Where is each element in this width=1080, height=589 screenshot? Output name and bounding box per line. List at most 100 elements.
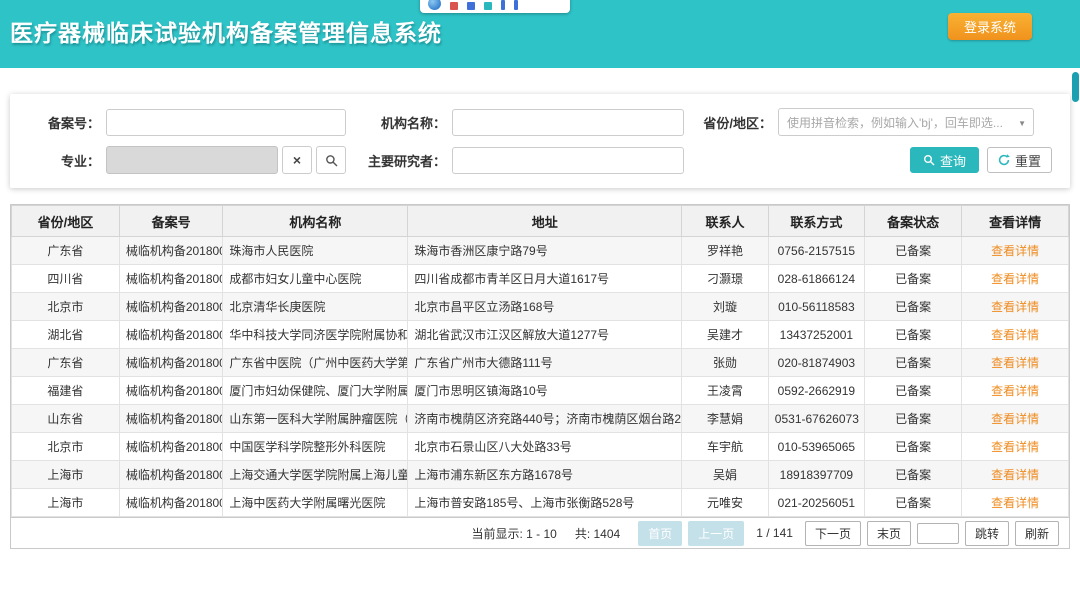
refresh-button[interactable]: 刷新 xyxy=(1015,521,1059,546)
cell-filing-no: 械临机构备201800009 xyxy=(119,461,223,489)
prev-page-button[interactable]: 上一页 xyxy=(688,521,744,546)
query-button[interactable]: 查询 xyxy=(910,147,979,173)
org-name-field-group: 机构名称： xyxy=(362,109,684,136)
cell-org-name: 上海交通大学医学院附属上海儿童... xyxy=(223,461,408,489)
cell-org-name: 中国医学科学院整形外科医院 xyxy=(223,433,408,461)
view-detail-link[interactable]: 查看详情 xyxy=(991,356,1039,370)
pi-input[interactable] xyxy=(452,147,684,174)
view-detail-link[interactable]: 查看详情 xyxy=(991,272,1039,286)
cell-address: 四川省成都市青羊区日月大道1617号 xyxy=(408,265,682,293)
province-select-placeholder: 使用拼音检索，例如输入'bj'，回车即选... xyxy=(787,114,1003,131)
cell-contact: 王凌霄 xyxy=(682,377,769,405)
province-label: 省份/地区： xyxy=(692,113,772,132)
cell-phone: 0756-2157515 xyxy=(768,237,864,265)
jump-page-input[interactable] xyxy=(917,523,959,544)
cell-status: 已备案 xyxy=(864,237,961,265)
cell-phone: 010-56118583 xyxy=(768,293,864,321)
reset-button[interactable]: 重置 xyxy=(987,147,1052,173)
chevron-down-icon: ▼ xyxy=(1018,119,1026,128)
view-detail-link[interactable]: 查看详情 xyxy=(991,384,1039,398)
jump-button[interactable]: 跳转 xyxy=(965,521,1009,546)
login-button[interactable]: 登录系统 xyxy=(948,13,1032,40)
cell-province: 广东省 xyxy=(12,237,120,265)
filing-no-input[interactable] xyxy=(106,109,346,136)
first-page-button[interactable]: 首页 xyxy=(638,521,682,546)
pagination-bar: 当前显示: 1 - 10 共: 1404 首页 上一页 1 / 141 下一页 … xyxy=(11,517,1069,548)
cell-status: 已备案 xyxy=(864,433,961,461)
province-field-group: 省份/地区： 使用拼音检索，例如输入'bj'，回车即选... ▼ xyxy=(692,108,1034,136)
search-row-1: 备案号： 机构名称： 省份/地区： 使用拼音检索，例如输入'bj'，回车即选..… xyxy=(28,108,1052,136)
cell-org-name: 珠海市人民医院 xyxy=(223,237,408,265)
table-body: 广东省械临机构备201800001珠海市人民医院珠海市香洲区康宁路79号罗祥艳0… xyxy=(12,237,1069,517)
col-header-address: 地址 xyxy=(408,206,682,237)
cell-org-name: 广东省中医院（广州中医药大学第... xyxy=(223,349,408,377)
view-detail-link[interactable]: 查看详情 xyxy=(991,412,1039,426)
cell-province: 山东省 xyxy=(12,405,120,433)
org-name-input[interactable] xyxy=(452,109,684,136)
cell-province: 湖北省 xyxy=(12,321,120,349)
pi-field-group: 主要研究者： xyxy=(362,147,684,174)
province-select[interactable]: 使用拼音检索，例如输入'bj'，回车即选... ▼ xyxy=(778,108,1034,136)
col-header-detail: 查看详情 xyxy=(962,206,1069,237)
last-page-button[interactable]: 末页 xyxy=(867,521,911,546)
table-head: 省份/地区 备案号 机构名称 地址 联系人 联系方式 备案状态 查看详情 xyxy=(12,206,1069,237)
specialty-clear-button[interactable]: × xyxy=(282,146,312,174)
cell-phone: 028-61866124 xyxy=(768,265,864,293)
results-table-container: 省份/地区 备案号 机构名称 地址 联系人 联系方式 备案状态 查看详情 广东省… xyxy=(10,204,1070,549)
table-row: 四川省械临机构备201800002成都市妇女儿童中心医院四川省成都市青羊区日月大… xyxy=(12,265,1069,293)
table-row: 山东省械临机构备201800007山东第一医科大学附属肿瘤医院（...济南市槐荫… xyxy=(12,405,1069,433)
view-detail-link[interactable]: 查看详情 xyxy=(991,300,1039,314)
table-row: 福建省械临机构备201800006厦门市妇幼保健院、厦门大学附属...厦门市思明… xyxy=(12,377,1069,405)
search-icon xyxy=(923,154,935,166)
view-detail-link[interactable]: 查看详情 xyxy=(991,496,1039,510)
reset-button-label: 重置 xyxy=(1015,151,1041,170)
col-header-province: 省份/地区 xyxy=(12,206,120,237)
cell-address: 厦门市思明区镇海路10号 xyxy=(408,377,682,405)
cell-detail: 查看详情 xyxy=(962,433,1069,461)
toolbar-icon xyxy=(514,0,518,10)
cell-phone: 010-53965065 xyxy=(768,433,864,461)
col-header-filing-no: 备案号 xyxy=(119,206,223,237)
table-row: 湖北省械临机构备201800004华中科技大学同济医学院附属协和医院湖北省武汉市… xyxy=(12,321,1069,349)
toolbar-icon xyxy=(501,0,505,10)
pagination-total: 共: 1404 xyxy=(575,525,620,542)
view-detail-link[interactable]: 查看详情 xyxy=(991,328,1039,342)
header-bar: 医疗器械临床试验机构备案管理信息系统 登录系统 xyxy=(0,0,1080,68)
scrollbar-thumb[interactable] xyxy=(1072,72,1079,102)
page-title: 医疗器械临床试验机构备案管理信息系统 xyxy=(10,14,442,48)
search-row-2: 专业： × 主要研究者： 查询 重置 xyxy=(28,146,1052,174)
col-header-org-name: 机构名称 xyxy=(223,206,408,237)
view-detail-link[interactable]: 查看详情 xyxy=(991,468,1039,482)
cell-org-name: 山东第一医科大学附属肿瘤医院（... xyxy=(223,405,408,433)
cell-org-name: 北京清华长庚医院 xyxy=(223,293,408,321)
cell-phone: 18918397709 xyxy=(768,461,864,489)
cell-address: 济南市槐荫区济兖路440号；济南市槐荫区烟台路2999号 xyxy=(408,405,682,433)
specialty-label: 专业： xyxy=(28,151,100,170)
cell-detail: 查看详情 xyxy=(962,349,1069,377)
query-button-label: 查询 xyxy=(940,151,966,170)
next-page-button[interactable]: 下一页 xyxy=(805,521,861,546)
clipped-logo-graphic xyxy=(420,0,570,13)
specialty-search-button[interactable] xyxy=(316,146,346,174)
page-indicator: 1 / 141 xyxy=(756,526,793,540)
cell-contact: 车宇航 xyxy=(682,433,769,461)
cell-org-name: 华中科技大学同济医学院附属协和医院 xyxy=(223,321,408,349)
close-icon: × xyxy=(293,152,301,168)
cell-org-name: 上海中医药大学附属曙光医院 xyxy=(223,489,408,517)
cell-detail: 查看详情 xyxy=(962,321,1069,349)
toolbar-icon xyxy=(484,2,492,10)
cell-filing-no: 械临机构备201800001 xyxy=(119,237,223,265)
cell-contact: 李慧娟 xyxy=(682,405,769,433)
view-detail-link[interactable]: 查看详情 xyxy=(991,440,1039,454)
cell-filing-no: 械临机构备201800002 xyxy=(119,265,223,293)
filing-no-label: 备案号： xyxy=(28,113,100,132)
cell-phone: 0531-67626073 xyxy=(768,405,864,433)
cell-contact: 张勋 xyxy=(682,349,769,377)
table-row: 上海市械临机构备201800009上海交通大学医学院附属上海儿童...上海市浦东… xyxy=(12,461,1069,489)
cell-address: 珠海市香洲区康宁路79号 xyxy=(408,237,682,265)
cell-province: 北京市 xyxy=(12,433,120,461)
cell-contact: 吴建才 xyxy=(682,321,769,349)
cell-phone: 0592-2662919 xyxy=(768,377,864,405)
cell-status: 已备案 xyxy=(864,377,961,405)
view-detail-link[interactable]: 查看详情 xyxy=(991,244,1039,258)
